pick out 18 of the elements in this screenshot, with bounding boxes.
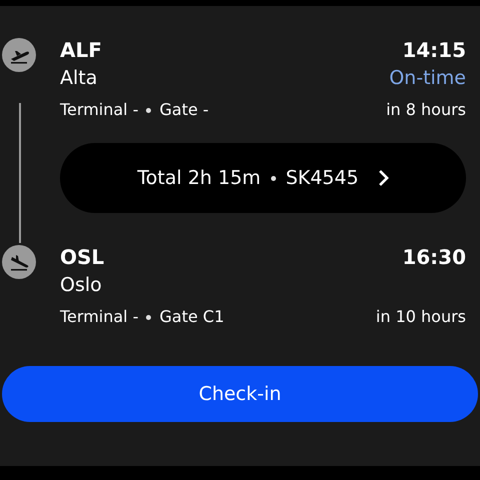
airport-code: ALF — [60, 37, 102, 64]
airport-code: OSL — [60, 244, 104, 271]
terminal-label: Terminal - — [60, 99, 138, 121]
terminal-label: Terminal - — [60, 306, 138, 328]
city-name: Oslo — [60, 273, 102, 298]
flight-summary-button[interactable]: Total 2h 15m SK4545 — [60, 143, 466, 213]
gate-label: Gate C1 — [159, 306, 224, 328]
flight-time: 16:30 — [402, 244, 466, 271]
relative-time: in 8 hours — [386, 99, 466, 121]
flight-time: 14:15 — [402, 37, 466, 64]
chevron-icon — [376, 169, 389, 187]
relative-time: in 10 hours — [376, 306, 466, 328]
flight-status: On-time — [389, 66, 466, 91]
gate-label: Gate - — [159, 99, 209, 121]
check-in-button[interactable]: Check-in — [2, 366, 478, 422]
separator-dot — [146, 108, 152, 112]
city-name: Alta — [60, 66, 98, 91]
separator-dot — [146, 314, 152, 320]
